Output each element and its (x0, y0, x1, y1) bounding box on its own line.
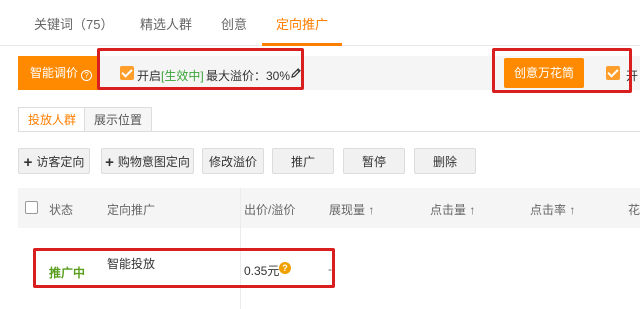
edit-pencil-icon[interactable] (290, 67, 302, 79)
creative-kaleidoscope-button[interactable]: 创意万花筒 (504, 58, 584, 88)
col-ctr[interactable]: 点击率 ↑ (530, 201, 575, 218)
active-tab-indicator (262, 43, 342, 46)
impressions-value: - (328, 262, 332, 276)
modify-premium-button[interactable]: 修改溢价 (202, 148, 264, 174)
subtab-divider (18, 131, 640, 132)
col-status: 状态 (49, 203, 74, 217)
max-premium-text: 最大溢价：30% (206, 69, 291, 83)
smart-pricing-label: 智能调价? (18, 56, 100, 90)
price-help-icon[interactable]: ? (279, 262, 291, 274)
enable-label: 开启 (137, 69, 162, 83)
add-visitor-targeting-label: 访客定向 (36, 155, 85, 169)
delete-button[interactable]: 删除 (414, 148, 476, 174)
add-visitor-targeting-button[interactable]: + 访客定向 (18, 148, 90, 174)
pause-button[interactable]: 暂停 (343, 148, 405, 174)
creative-toggle-checkbox[interactable] (606, 66, 620, 80)
col-bid: 出价/溢价 (244, 203, 296, 217)
tab-keywords[interactable]: 关键词（75） (34, 14, 113, 33)
subtab-display-position[interactable]: 展示位置 (84, 107, 153, 132)
smart-pricing-text: 智能调价 (30, 66, 79, 80)
tab-creative[interactable]: 创意 (221, 14, 247, 33)
promote-button[interactable]: 推广 (272, 148, 334, 174)
col-impressions[interactable]: 展现量 ↑ (329, 201, 374, 218)
column-divider (240, 188, 241, 309)
tab-targeted-promotion[interactable]: 定向推广 (276, 14, 328, 33)
creative-toggle-label: 开 (626, 69, 639, 83)
help-icon[interactable]: ? (81, 70, 93, 81)
targeting-name: 智能投放 (107, 257, 156, 271)
col-targeting: 定向推广 (107, 203, 156, 217)
status-active-text: [生效中] (161, 69, 204, 83)
plus-icon: + (105, 154, 114, 171)
col-clicks[interactable]: 点击量 ↑ (430, 201, 475, 218)
col-cost[interactable]: 花 (628, 201, 640, 218)
add-shopping-intent-button[interactable]: + 购物意图定向 (101, 148, 194, 174)
top-tabs: 关键词（75） 精选人群 创意 定向推广 (0, 0, 640, 46)
plus-icon: + (23, 154, 33, 171)
tab-selected-crowd[interactable]: 精选人群 (140, 14, 192, 33)
status-badge: 推广中 (49, 266, 86, 280)
add-shopping-intent-label: 购物意图定向 (117, 155, 190, 169)
bid-price: 0.35元 (244, 264, 280, 278)
enable-checkbox[interactable] (120, 66, 134, 80)
select-all-checkbox[interactable] (25, 201, 38, 214)
subtab-target-crowd[interactable]: 投放人群 (18, 107, 87, 132)
